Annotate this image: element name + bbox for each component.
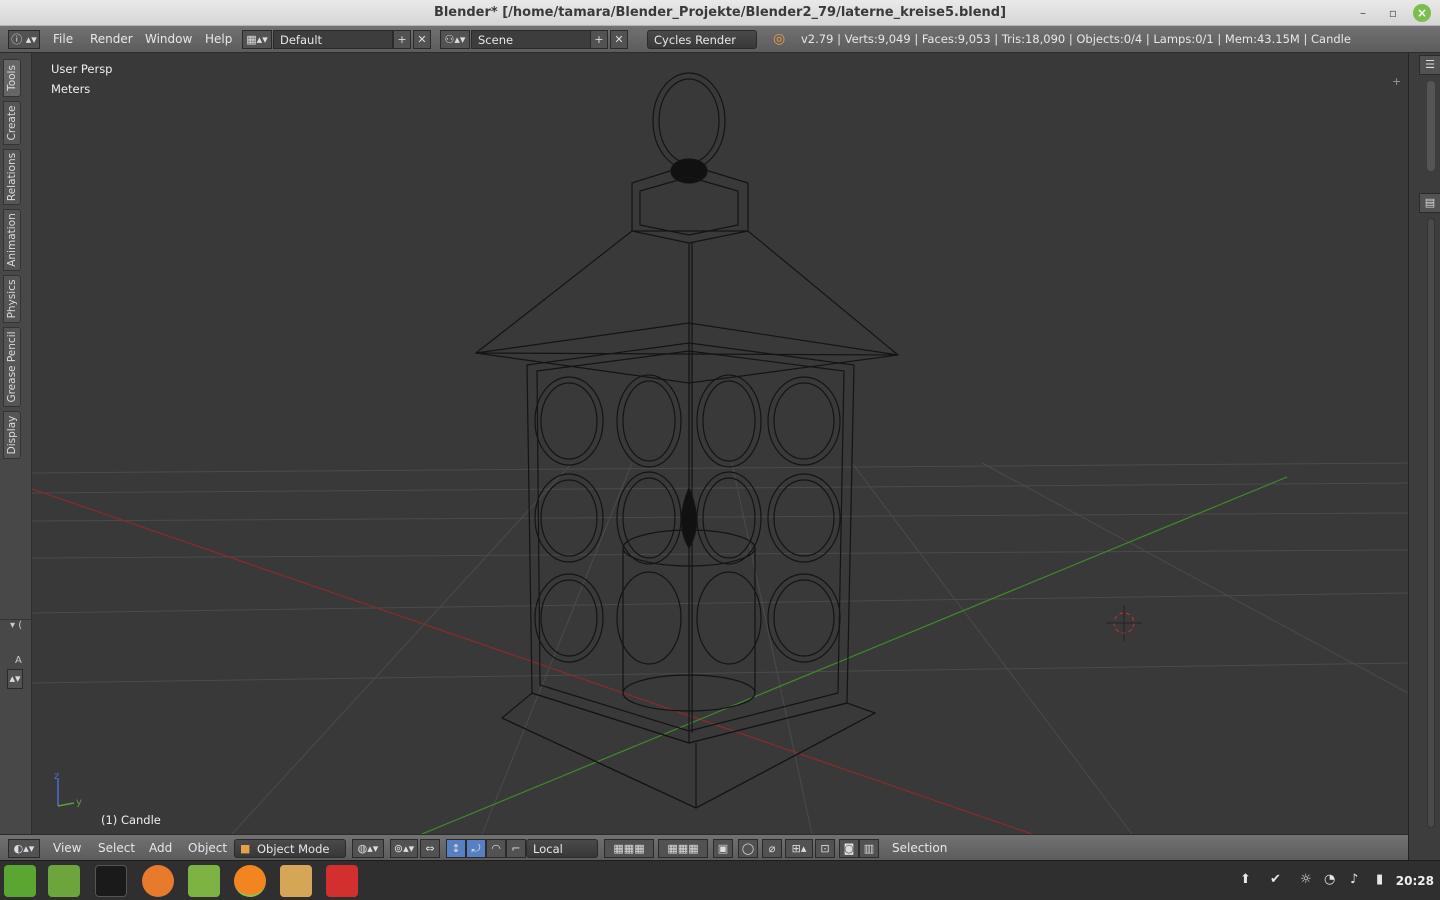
snap-element-icon[interactable]: ⊞▴ [785, 839, 813, 858]
tab-tools-label: Tools [6, 65, 18, 91]
tab-tools[interactable]: Tools [3, 59, 21, 97]
object-mode-icon: ■ [240, 842, 251, 855]
window-titlebar: Blender* [/home/tamara/Blender_Projekte/… [0, 0, 1440, 26]
minimize-button[interactable]: – [1354, 4, 1372, 22]
mint-menu-icon[interactable] [4, 865, 36, 897]
remove-scene-icon[interactable]: ✕ [610, 30, 628, 49]
window-title: Blender* [/home/tamara/Blender_Projekte/… [433, 5, 1007, 20]
axis-gizmo [57, 779, 75, 807]
update-manager-icon[interactable]: ⬆ [1240, 872, 1251, 887]
region-plus-icon[interactable]: + [1392, 75, 1401, 88]
bulb-icon[interactable]: ☼ [1300, 872, 1312, 887]
active-object-label: (1) Candle [101, 813, 161, 827]
screen-layout-field[interactable]: Default [273, 30, 393, 49]
rotate-manipulator-icon[interactable]: ⤾ [466, 839, 486, 858]
wifi-icon[interactable]: ◔ [1324, 872, 1335, 887]
tab-grease-pencil[interactable]: Grease Pencil [3, 327, 21, 407]
tab-animation-label: Animation [6, 213, 18, 267]
clock[interactable]: 20:28 [1396, 874, 1434, 888]
transform-orientation-dropdown[interactable]: Local [526, 839, 598, 858]
gizmo-y-label: y [76, 797, 82, 808]
scene-icon[interactable]: ⚇▴▾ [440, 30, 470, 49]
properties-scrollbar[interactable] [1427, 218, 1435, 828]
3d-cursor [1106, 605, 1142, 641]
opengl-render-icon[interactable]: ◙ [839, 839, 859, 858]
opera-icon[interactable] [326, 865, 358, 897]
properties-editor-icon[interactable]: ▤ [1419, 193, 1440, 213]
scene-statistics: v2.79 | Verts:9,049 | Faces:9,053 | Tris… [801, 32, 1351, 46]
scene-field[interactable]: Scene [471, 30, 591, 49]
status-selection: Selection [892, 841, 948, 855]
viewport-shading-icon[interactable]: ◍▴▾ [352, 839, 384, 858]
shield-icon[interactable]: ✔ [1270, 872, 1281, 887]
add-scene-icon[interactable]: + [590, 30, 608, 49]
menu-select[interactable]: Select [98, 841, 135, 855]
blender-icon[interactable] [234, 865, 266, 897]
tab-grease-pencil-label: Grease Pencil [6, 331, 18, 403]
tab-display-label: Display [6, 415, 18, 455]
editor-type-info-icon[interactable]: ⓘ ▴▾ [8, 30, 40, 49]
menu-window[interactable]: Window [145, 32, 192, 46]
opengl-anim-icon[interactable]: ▥ [859, 839, 879, 858]
maximize-button[interactable]: ▫ [1384, 4, 1402, 22]
info-header: ⓘ ▴▾ File Render Window Help ▦▴▾ Default… [0, 26, 1440, 53]
right-editor-strip: ☰ ▤ [1408, 53, 1440, 860]
menu-object[interactable]: Object [188, 841, 227, 855]
firefox-icon[interactable] [142, 865, 174, 897]
tab-display[interactable]: Display [3, 411, 21, 459]
manipulator-space-icon[interactable]: ⌐ [506, 839, 526, 858]
translate-manipulator-icon[interactable]: ↕ [446, 839, 466, 858]
layers-grid-1[interactable]: ▦▦▦ [604, 839, 654, 858]
3d-viewport[interactable]: User Persp Meters z y (1) Candle + [32, 53, 1408, 834]
battery-icon[interactable]: ▮ [1376, 872, 1383, 887]
menu-help[interactable]: Help [205, 32, 232, 46]
view-name-label: User Persp [51, 62, 113, 76]
outliner-scrollbar[interactable] [1427, 81, 1435, 171]
folder-icon[interactable] [188, 865, 220, 897]
scale-manipulator-icon[interactable]: ◠ [486, 839, 506, 858]
terminal-icon[interactable] [95, 865, 127, 897]
menu-view[interactable]: View [53, 841, 81, 855]
close-button[interactable]: × [1413, 4, 1431, 22]
menu-add[interactable]: Add [149, 841, 172, 855]
tab-create[interactable]: Create [3, 101, 21, 145]
lock-layers-icon[interactable]: ▣ [713, 839, 733, 858]
operator-panel-toggle[interactable]: ▾ ( [0, 619, 32, 633]
gizmo-z-label: z [54, 771, 60, 782]
snap-toggle-icon[interactable]: ⌀ [762, 839, 782, 858]
editor-type-3d-icon[interactable]: ◐▴▾ [8, 839, 40, 858]
snap-target-icon[interactable]: ⊡ [815, 839, 835, 858]
mode-dropdown[interactable]: Object Mode [234, 839, 346, 858]
layers-grid-2[interactable]: ▦▦▦ [658, 839, 708, 858]
manipulator-toggle-icon[interactable]: ⇔ [420, 839, 440, 858]
3d-view-header: ◐▴▾ View Select Add Object Object Mode ■… [0, 834, 1408, 860]
menu-render[interactable]: Render [90, 32, 133, 46]
render-engine-dropdown[interactable]: Cycles Render [647, 30, 757, 49]
blender-logo-icon: ◎ [773, 31, 786, 47]
remove-layout-icon[interactable]: ✕ [413, 30, 431, 49]
volume-icon[interactable]: ♪ [1350, 872, 1358, 887]
add-layout-icon[interactable]: + [393, 30, 411, 49]
operator-label: A [15, 655, 22, 666]
tab-relations-label: Relations [6, 152, 18, 202]
floor-grid [32, 462, 1408, 834]
lantern-wireframe [474, 72, 900, 809]
files-icon[interactable] [48, 865, 80, 897]
operator-stepper[interactable]: ▴▾ [7, 669, 23, 689]
tab-create-label: Create [6, 105, 18, 141]
system-taskbar: ⬆ ✔ ☼ ◔ ♪ ▮ 20:28 [0, 860, 1440, 900]
tab-animation[interactable]: Animation [3, 209, 21, 271]
tool-shelf: Tools Create Relations Animation Physics… [0, 53, 32, 834]
menu-file[interactable]: File [53, 32, 73, 46]
viewport-scene [32, 72, 1408, 834]
tab-relations[interactable]: Relations [3, 149, 21, 205]
screen-layout-icon[interactable]: ▦▴▾ [242, 30, 272, 49]
archive-icon[interactable] [280, 865, 312, 897]
tab-physics-label: Physics [6, 279, 18, 319]
proportional-edit-icon[interactable]: ◯ [738, 839, 758, 858]
pivot-point-icon[interactable]: ⊚▴▾ [390, 839, 418, 858]
units-label: Meters [51, 82, 91, 96]
outliner-editor-icon[interactable]: ☰ [1419, 55, 1440, 75]
tab-physics[interactable]: Physics [3, 275, 21, 323]
